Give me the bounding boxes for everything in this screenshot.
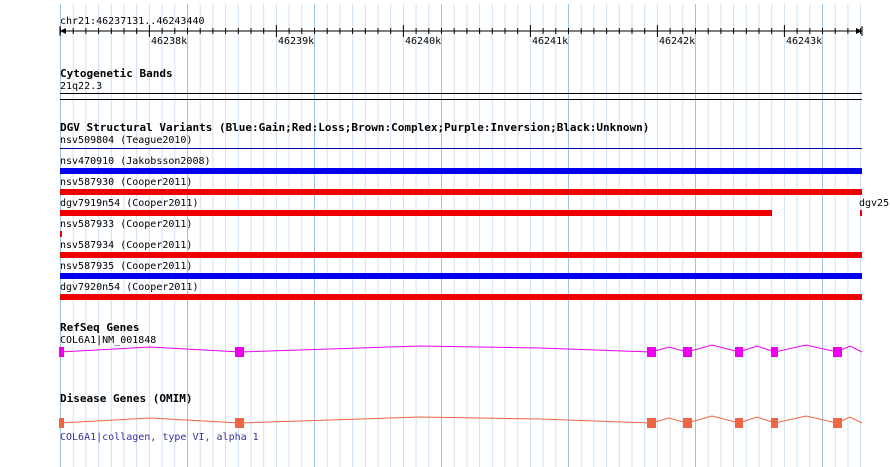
omim-gene-label[interactable]: COL6A1|collagen, type VI, alpha 1 (60, 432, 259, 443)
omim-gene-model[interactable] (0, 0, 890, 467)
